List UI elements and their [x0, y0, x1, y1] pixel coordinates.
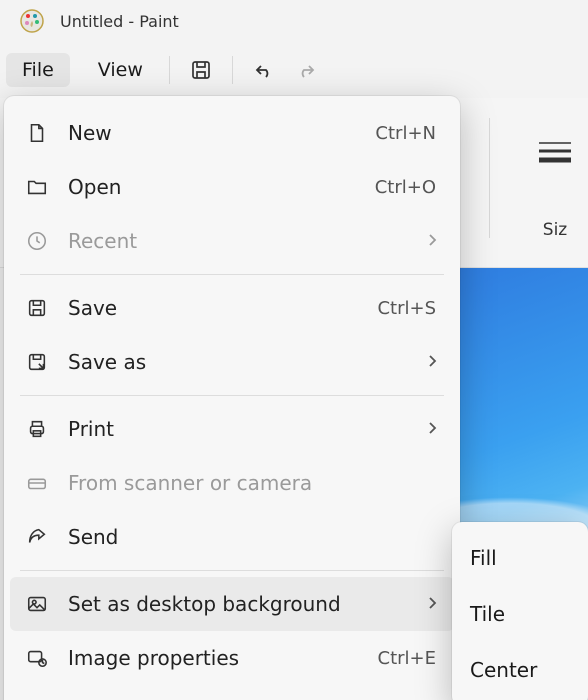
menu-item-accel: Ctrl+S [377, 298, 436, 319]
menu-item-label: Save [68, 296, 359, 320]
menu-item-accel: Ctrl+N [375, 123, 436, 144]
menu-item-set-desktop-background[interactable]: Set as desktop background [10, 577, 454, 631]
menu-item-save-as[interactable]: Save as [10, 335, 454, 389]
window-title: Untitled - Paint [60, 12, 179, 31]
menu-item-accel: Ctrl+E [378, 648, 436, 669]
menu-item-send[interactable]: Send [10, 510, 454, 564]
menu-item-label: New [68, 121, 357, 145]
menu-item-label: From scanner or camera [68, 471, 440, 495]
menu-item-scanner: From scanner or camera [10, 456, 454, 510]
save-icon [24, 297, 50, 319]
separator [489, 118, 490, 238]
separator [20, 570, 444, 571]
menu-item-label: Image properties [68, 646, 360, 670]
menu-item-label: Save as [68, 350, 406, 374]
chevron-right-icon [424, 229, 440, 253]
title-bar: Untitled - Paint [0, 0, 588, 42]
menu-item-label: Print [68, 417, 406, 441]
separator [20, 274, 444, 275]
menu-item-about[interactable]: About Paint [10, 685, 454, 700]
wallpaper-submenu: Fill Tile Center [452, 522, 588, 700]
chevron-right-icon [424, 592, 440, 616]
document-icon [24, 122, 50, 144]
chevron-right-icon [424, 350, 440, 374]
separator [20, 395, 444, 396]
ribbon-label-size: Siz [543, 220, 567, 240]
menu-file[interactable]: File [6, 53, 70, 87]
menu-item-print[interactable]: Print [10, 402, 454, 456]
picture-icon [24, 593, 50, 615]
menu-item-label: Open [68, 175, 357, 199]
menu-item-new[interactable]: New Ctrl+N [10, 106, 454, 160]
menu-item-label: Send [68, 525, 440, 549]
submenu-item-center[interactable]: Center [456, 642, 584, 698]
file-menu: New Ctrl+N Open Ctrl+O Recent Save Ctrl+… [4, 96, 460, 700]
clock-icon [24, 230, 50, 252]
submenu-item-tile[interactable]: Tile [456, 586, 584, 642]
menu-item-label: Set as desktop background [68, 592, 406, 616]
menu-item-image-properties[interactable]: Image properties Ctrl+E [10, 631, 454, 685]
ribbon-group-size[interactable]: Siz [530, 118, 580, 267]
menu-item-accel: Ctrl+O [375, 177, 436, 198]
print-icon [24, 418, 50, 440]
menu-item-open[interactable]: Open Ctrl+O [10, 160, 454, 214]
save-icon[interactable] [180, 49, 222, 91]
share-icon [24, 526, 50, 548]
menu-view[interactable]: View [82, 53, 159, 87]
separator [232, 56, 233, 84]
folder-icon [24, 176, 50, 198]
scanner-icon [24, 472, 50, 494]
app-icon [18, 7, 46, 35]
redo-icon[interactable] [285, 49, 327, 91]
properties-icon [24, 647, 50, 669]
chevron-right-icon [424, 417, 440, 441]
menu-item-recent: Recent [10, 214, 454, 268]
submenu-item-fill[interactable]: Fill [456, 530, 584, 586]
menu-bar: File View [0, 42, 588, 98]
size-icon [535, 118, 575, 188]
separator [169, 56, 170, 84]
menu-item-save[interactable]: Save Ctrl+S [10, 281, 454, 335]
menu-item-label: Recent [68, 229, 406, 253]
save-as-icon [24, 351, 50, 373]
undo-icon[interactable] [243, 49, 285, 91]
